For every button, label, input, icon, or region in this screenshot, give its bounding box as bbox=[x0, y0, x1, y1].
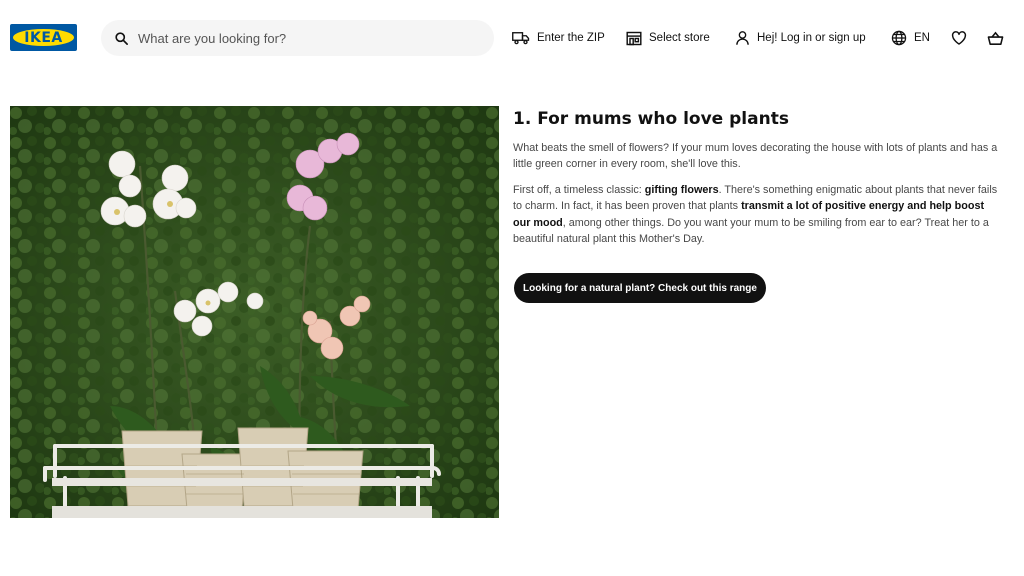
enter-zip-label: Enter the ZIP bbox=[537, 32, 605, 44]
hero-image-orchids bbox=[10, 106, 499, 518]
section-title: 1. For mums who love plants bbox=[513, 109, 789, 129]
select-store-button[interactable]: Select store bbox=[626, 28, 710, 48]
body-text-1: First off, a timeless classic: bbox=[513, 183, 645, 196]
login-label: Hej! Log in or sign up bbox=[757, 32, 866, 44]
truck-icon bbox=[512, 32, 530, 45]
logo-oval: IKEA bbox=[13, 29, 74, 46]
body-paragraph: First off, a timeless classic: gifting f… bbox=[513, 182, 1003, 248]
search-icon[interactable] bbox=[114, 31, 129, 46]
natural-plant-range-button[interactable]: Looking for a natural plant? Check out t… bbox=[514, 273, 766, 303]
basket-button[interactable] bbox=[985, 28, 1005, 48]
intro-paragraph: What beats the smell of flowers? If your… bbox=[513, 142, 998, 171]
body-bold-1: gifting flowers bbox=[644, 183, 719, 196]
store-icon bbox=[626, 31, 642, 45]
enter-zip-button[interactable]: Enter the ZIP bbox=[512, 28, 605, 48]
search-input[interactable] bbox=[138, 26, 478, 50]
basket-icon bbox=[987, 31, 1003, 45]
ikea-logo[interactable]: IKEA bbox=[10, 24, 77, 51]
search-bar[interactable] bbox=[101, 20, 494, 56]
language-button[interactable]: EN bbox=[891, 28, 930, 48]
favourites-button[interactable] bbox=[949, 28, 969, 48]
logo-text: IKEA bbox=[24, 29, 63, 46]
language-label: EN bbox=[914, 32, 930, 44]
globe-icon bbox=[891, 30, 907, 46]
orchids-illustration bbox=[10, 106, 499, 518]
site-header: IKEA Enter the ZIP Select store bbox=[0, 0, 1024, 76]
user-icon bbox=[736, 31, 749, 45]
heart-icon bbox=[951, 31, 967, 45]
article-content: 1. For mums who love plants What beats t… bbox=[513, 108, 1003, 256]
select-store-label: Select store bbox=[649, 32, 710, 44]
login-button[interactable]: Hej! Log in or sign up bbox=[735, 28, 866, 48]
body-text-3: , among other things. Do you want your m… bbox=[513, 216, 989, 246]
